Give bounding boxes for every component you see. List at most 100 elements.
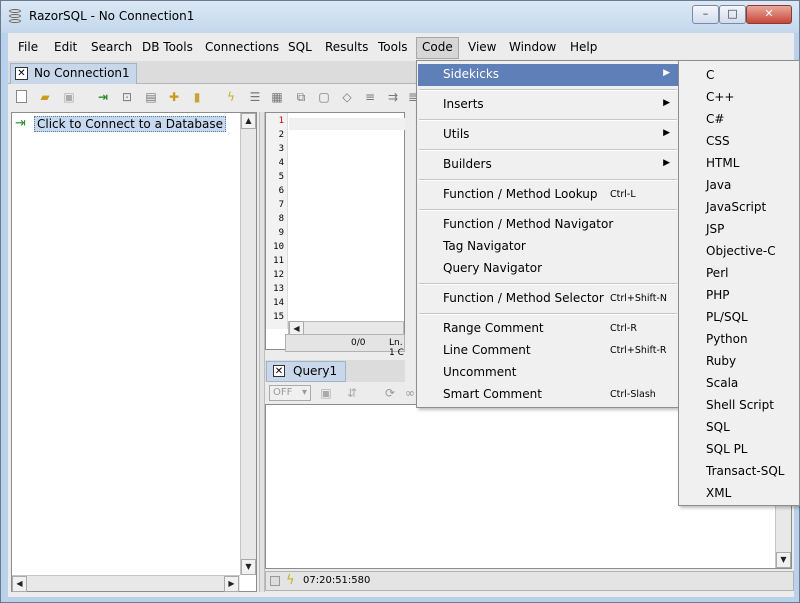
submenu-item-cpp[interactable]: C++ xyxy=(680,86,798,108)
menu-item-function-method-selector[interactable]: Function / Method Selector Ctrl+Shift-N xyxy=(418,288,678,310)
menu-item-builders[interactable]: Builders ▶ xyxy=(418,154,678,176)
submenu-item-perl[interactable]: Perl xyxy=(680,262,798,284)
submenu-item-scala[interactable]: Scala xyxy=(680,372,798,394)
title-bar[interactable]: RazorSQL - No Connection1 – □ ✕ xyxy=(1,1,799,33)
menu-item-tag-navigator[interactable]: Tag Navigator xyxy=(418,236,678,258)
minimize-button[interactable]: – xyxy=(692,5,719,24)
menu-results[interactable]: Results xyxy=(320,37,373,59)
tab-no-connection1[interactable]: ✕ No Connection1 xyxy=(10,63,137,84)
submenu-item-css[interactable]: CSS xyxy=(680,130,798,152)
save-results-icon[interactable]: ▣ xyxy=(319,386,333,401)
open-folder-icon[interactable]: ▰ xyxy=(38,90,52,105)
submenu-item-label: Objective-C xyxy=(706,244,776,258)
stop-icon[interactable] xyxy=(270,576,280,586)
menu-search[interactable]: Search xyxy=(86,37,137,59)
application-window: RazorSQL - No Connection1 – □ ✕ File Edi… xyxy=(0,0,800,603)
scroll-down-arrow-icon[interactable]: ▼ xyxy=(776,552,791,568)
tag-icon[interactable]: ◇ xyxy=(340,90,354,105)
new-file-icon[interactable] xyxy=(16,90,27,103)
menu-item-smart-comment[interactable]: Smart Comment Ctrl-Slash xyxy=(418,384,678,406)
sql-editor[interactable]: 1 2 3 4 5 6 7 8 9 10 11 12 13 14 15 ◀ xyxy=(265,112,405,350)
scroll-up-arrow-icon[interactable]: ▲ xyxy=(241,113,256,129)
menu-code[interactable]: Code xyxy=(416,37,459,59)
submenu-item-html[interactable]: HTML xyxy=(680,152,798,174)
submenu-item-java[interactable]: Java xyxy=(680,174,798,196)
connect-database-icon: ⇥ xyxy=(15,116,26,131)
menu-item-label: Query Navigator xyxy=(443,261,542,275)
shortcut-label: Ctrl+Shift-N xyxy=(610,293,667,304)
mode-select[interactable]: OFF ▾ xyxy=(269,385,311,401)
submenu-item-php[interactable]: PHP xyxy=(680,284,798,306)
submenu-item-csharp[interactable]: C# xyxy=(680,108,798,130)
window-icon[interactable]: ▤ xyxy=(144,90,158,105)
submenu-item-shell-script[interactable]: Shell Script xyxy=(680,394,798,416)
menu-item-label: Function / Method Navigator xyxy=(443,217,614,231)
menu-file[interactable]: File xyxy=(13,37,43,59)
editor-status-line: 0/0 Ln. 1 C xyxy=(285,334,405,358)
menu-item-label: Smart Comment xyxy=(443,387,542,401)
tree-node-label[interactable]: Click to Connect to a Database xyxy=(34,116,226,132)
copy-icon[interactable]: ⧉ xyxy=(294,90,308,105)
submenu-item-c[interactable]: C xyxy=(680,64,798,86)
submenu-item-transact-sql[interactable]: Transact-SQL xyxy=(680,460,798,482)
menu-item-line-comment[interactable]: Line Comment Ctrl+Shift-R xyxy=(418,340,678,362)
maximize-button[interactable]: □ xyxy=(719,5,746,24)
menu-window[interactable]: Window xyxy=(504,37,561,59)
submenu-item-ruby[interactable]: Ruby xyxy=(680,350,798,372)
submenu-item-sql-pl[interactable]: SQL PL xyxy=(680,438,798,460)
menu-item-sidekicks[interactable]: Sidekicks ▶ xyxy=(418,64,678,86)
disconnect-icon[interactable]: ⊡ xyxy=(120,90,134,105)
sort-icon[interactable]: ⇵ xyxy=(345,386,359,401)
submenu-arrow-icon: ▶ xyxy=(663,68,670,78)
refresh-icon[interactable]: ⟳ xyxy=(383,386,397,401)
tree-horizontal-scrollbar[interactable]: ◀ ▶ xyxy=(12,575,240,592)
menu-separator xyxy=(419,283,677,285)
menu-view[interactable]: View xyxy=(463,37,501,59)
scroll-down-arrow-icon[interactable]: ▼ xyxy=(241,559,256,575)
tab-query1[interactable]: ✕ Query1 xyxy=(266,361,346,382)
scroll-right-arrow-icon[interactable]: ▶ xyxy=(224,576,239,592)
submenu-item-label: XML xyxy=(706,486,732,500)
link-icon[interactable]: ∞ xyxy=(403,386,417,401)
menu-item-query-navigator[interactable]: Query Navigator xyxy=(418,258,678,280)
close-button[interactable]: ✕ xyxy=(746,5,792,24)
close-tab-icon[interactable]: ✕ xyxy=(273,365,285,377)
menu-item-label: Line Comment xyxy=(443,343,531,357)
menu-item-uncomment[interactable]: Uncomment xyxy=(418,362,678,384)
menu-help[interactable]: Help xyxy=(565,37,602,59)
menu-edit[interactable]: Edit xyxy=(49,37,82,59)
submenu-item-jsp[interactable]: JSP xyxy=(680,218,798,240)
indent-icon[interactable]: ⇉ xyxy=(386,90,400,105)
menu-connections[interactable]: Connections xyxy=(200,37,284,59)
submenu-item-javascript[interactable]: JavaScript xyxy=(680,196,798,218)
tree-vertical-scrollbar[interactable]: ▲ ▼ xyxy=(240,113,256,575)
menu-item-function-method-lookup[interactable]: Function / Method Lookup Ctrl-L xyxy=(418,184,678,206)
submenu-item-xml[interactable]: XML xyxy=(680,482,798,504)
list-icon[interactable]: ☰ xyxy=(248,90,262,105)
submenu-item-sql[interactable]: SQL xyxy=(680,416,798,438)
line-number: 6 xyxy=(278,186,284,196)
menu-item-inserts[interactable]: Inserts ▶ xyxy=(418,94,678,116)
shortcut-label: Ctrl-R xyxy=(610,323,637,334)
close-tab-icon[interactable]: ✕ xyxy=(15,67,28,80)
new-database-icon[interactable]: ✚ xyxy=(167,90,181,105)
menu-item-function-method-navigator[interactable]: Function / Method Navigator xyxy=(418,214,678,236)
menu-tools[interactable]: Tools xyxy=(373,37,413,59)
document-icon[interactable]: ▦ xyxy=(270,90,284,105)
submenu-item-python[interactable]: Python xyxy=(680,328,798,350)
connect-icon[interactable]: ⇥ xyxy=(96,90,110,105)
submenu-item-label: SQL xyxy=(706,420,730,434)
sidekicks-submenu: C C++ C# CSS HTML Java JavaScript JSP Ob… xyxy=(678,60,800,506)
submenu-item-plsql[interactable]: PL/SQL xyxy=(680,306,798,328)
menu-item-utils[interactable]: Utils ▶ xyxy=(418,124,678,146)
submenu-item-objective-c[interactable]: Objective-C xyxy=(680,240,798,262)
save-icon[interactable]: ▣ xyxy=(62,90,76,105)
scroll-left-arrow-icon[interactable]: ◀ xyxy=(12,576,27,592)
execute-icon[interactable]: ϟ xyxy=(224,90,238,105)
menu-sql[interactable]: SQL xyxy=(283,37,317,59)
align-icon[interactable]: ≡ xyxy=(363,90,377,105)
menu-db-tools[interactable]: DB Tools xyxy=(137,37,198,59)
menu-item-range-comment[interactable]: Range Comment Ctrl-R xyxy=(418,318,678,340)
database-icon[interactable]: ▮ xyxy=(190,90,204,105)
export-icon[interactable]: ▢ xyxy=(317,90,331,105)
